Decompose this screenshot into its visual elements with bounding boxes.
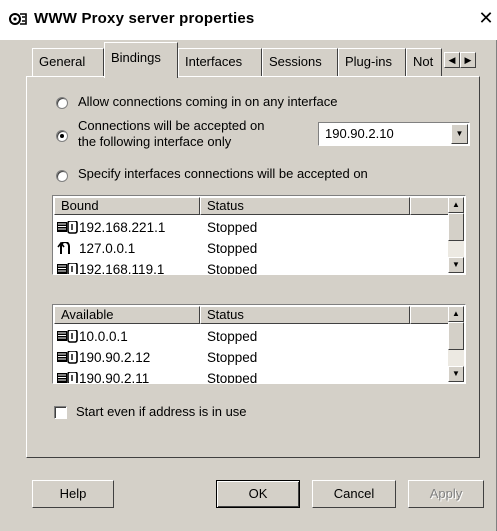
tab-bindings[interactable]: Bindings	[104, 42, 178, 78]
tab-label: General	[39, 54, 86, 69]
radio-specific-interface-label: Connections will be accepted on	[78, 118, 265, 133]
start-even-if-in-use-checkbox[interactable]	[54, 406, 67, 419]
column-header-status[interactable]: Status	[200, 197, 410, 215]
window-title: WWW Proxy server properties	[34, 10, 255, 27]
interface-select-value: 190.90.2.10	[325, 126, 394, 141]
tab-label: Interfaces	[185, 54, 243, 69]
radio-specify-interfaces-label: Specify interfaces connections will be a…	[78, 166, 368, 181]
interface-select[interactable]: 190.90.2.10 ▼	[318, 122, 470, 146]
column-header-available[interactable]: Available	[54, 306, 200, 324]
proxy-app-icon	[9, 13, 27, 25]
radio-any-interface[interactable]	[56, 97, 68, 109]
available-status: Stopped	[207, 329, 258, 344]
chevron-down-icon[interactable]: ▼	[451, 124, 468, 144]
column-header-bound[interactable]: Bound	[54, 197, 200, 215]
scroll-up-button[interactable]: ▲	[448, 197, 464, 213]
chevron-right-icon: ▶	[464, 55, 472, 65]
properties-dialog: WWW Proxy server properties ✕ General Bi…	[0, 0, 497, 531]
available-status: Stopped	[207, 371, 258, 384]
cancel-button[interactable]: Cancel	[312, 480, 396, 508]
tab-label: Plug-ins	[345, 54, 392, 69]
scroll-thumb[interactable]	[448, 322, 464, 350]
radio-specific-interface[interactable]	[56, 130, 68, 142]
tab-notifications[interactable]: Not	[406, 48, 442, 76]
available-address: 10.0.0.1	[79, 329, 128, 344]
tab-scroll-right-button[interactable]: ▶	[460, 52, 476, 68]
close-icon[interactable]: ✕	[476, 8, 496, 28]
available-status: Stopped	[207, 350, 258, 365]
radio-specific-interface-label-2: the following interface only	[78, 134, 232, 149]
column-header-filler	[410, 306, 450, 324]
tab-general[interactable]: General	[32, 48, 104, 76]
bound-list-scrollbar[interactable]: ▲ ▼	[448, 197, 464, 273]
bound-address: 192.168.119.1	[79, 262, 165, 275]
column-header-filler	[410, 197, 450, 215]
ok-button[interactable]: OK	[216, 480, 300, 508]
available-address: 190.90.2.12	[79, 350, 151, 365]
bound-address: 192.168.221.1	[79, 220, 166, 235]
network-card-icon	[57, 351, 78, 364]
available-list[interactable]: Available Status 10.0.0.1 Stopped 190.90…	[52, 304, 466, 384]
bound-status: Stopped	[207, 262, 258, 275]
start-even-if-in-use-label: Start even if address is in use	[76, 404, 247, 419]
title-bar: WWW Proxy server properties ✕	[0, 0, 497, 40]
apply-button[interactable]: Apply	[408, 480, 484, 508]
tab-label: Bindings	[111, 50, 161, 65]
column-header-status[interactable]: Status	[200, 306, 410, 324]
chevron-left-icon: ◀	[448, 55, 456, 65]
scroll-thumb[interactable]	[448, 213, 464, 241]
scroll-up-button[interactable]: ▲	[448, 306, 464, 322]
tab-sessions[interactable]: Sessions	[262, 48, 338, 76]
tab-interfaces[interactable]: Interfaces	[178, 48, 262, 76]
bound-list[interactable]: Bound Status 192.168.221.1 Stopped 127.0…	[52, 195, 466, 275]
network-card-icon	[57, 372, 78, 383]
scroll-down-button[interactable]: ▼	[448, 366, 464, 382]
radio-any-interface-label: Allow connections coming in on any inter…	[78, 94, 338, 109]
available-address: 190.90.2.11	[79, 371, 150, 384]
radio-selected-dot	[60, 134, 64, 138]
bound-status: Stopped	[207, 241, 258, 256]
help-button[interactable]: Help	[32, 480, 114, 508]
network-card-icon	[57, 263, 78, 274]
network-card-icon	[57, 221, 78, 234]
radio-specify-interfaces[interactable]	[56, 170, 68, 182]
bound-status: Stopped	[207, 220, 258, 235]
network-card-icon	[57, 330, 78, 343]
bound-address: 127.0.0.1	[79, 241, 136, 256]
scroll-down-button[interactable]: ▼	[448, 257, 464, 273]
tab-label: Not	[413, 54, 434, 69]
loopback-icon	[57, 242, 70, 254]
tab-scroll-left-button[interactable]: ◀	[444, 52, 460, 68]
tab-label: Sessions	[269, 54, 322, 69]
available-list-scrollbar[interactable]: ▲ ▼	[448, 306, 464, 382]
tab-plugins[interactable]: Plug-ins	[338, 48, 406, 76]
